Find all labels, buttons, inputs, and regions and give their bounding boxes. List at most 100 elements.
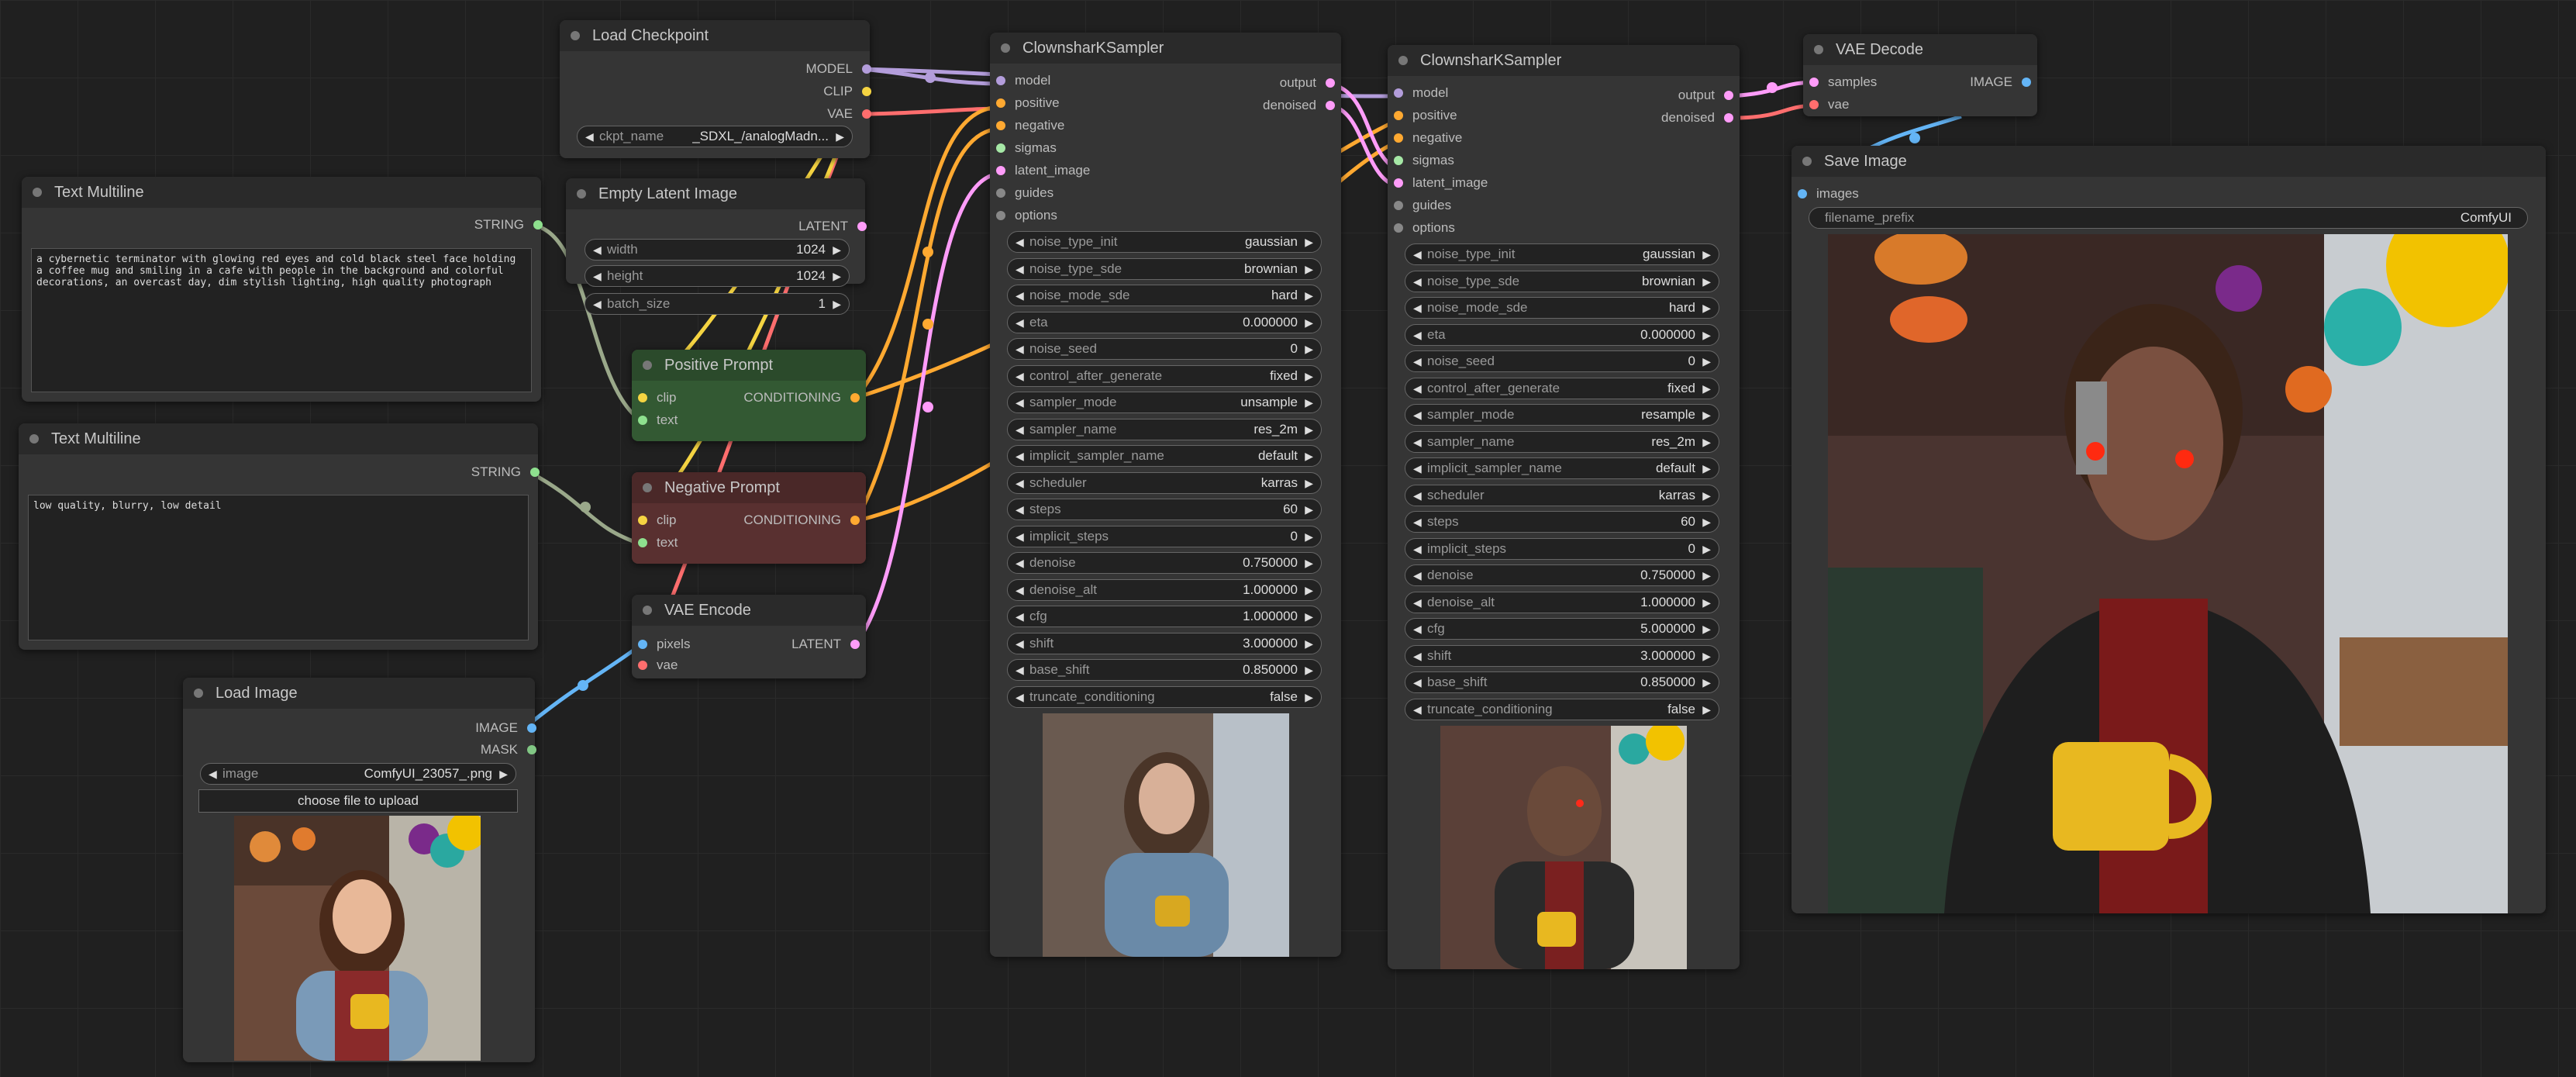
collapse-dot-icon[interactable] <box>643 483 652 492</box>
positive-prompt-node[interactable]: Positive Prompt clip text CONDITIONING <box>632 350 866 441</box>
collapse-dot-icon[interactable] <box>577 189 586 198</box>
arrow-right-icon[interactable]: ▶ <box>1305 285 1313 305</box>
latent-pin-icon[interactable] <box>1326 101 1335 110</box>
collapse-dot-icon[interactable] <box>29 434 39 444</box>
negative-pin-icon[interactable] <box>996 121 1005 130</box>
implicit-steps-widget[interactable]: ◀ implicit_steps 0 ▶ <box>1405 537 1719 560</box>
arrow-left-icon[interactable]: ◀ <box>1016 660 1024 680</box>
denoise-widget[interactable]: ◀ denoise 0.750000 ▶ <box>1405 564 1719 586</box>
input-samples[interactable]: samples <box>1809 74 1877 91</box>
clownshark-sampler-node-1[interactable]: ClownsharKSampler output denoised model p… <box>990 33 1341 957</box>
collapse-dot-icon[interactable] <box>194 689 203 698</box>
latent-pin-icon[interactable] <box>857 222 867 231</box>
sampler-name-widget[interactable]: ◀ sampler_name res_2m ▶ <box>1405 430 1719 453</box>
arrow-right-icon[interactable]: ▶ <box>1305 259 1313 279</box>
arrow-left-icon[interactable]: ◀ <box>1016 473 1024 493</box>
output-model[interactable]: MODEL <box>806 60 871 78</box>
text-multiline-node-1[interactable]: Text Multiline STRING a cybernetic termi… <box>22 177 543 402</box>
arrow-right-icon[interactable]: ▶ <box>1702 592 1711 613</box>
conditioning-pin-icon[interactable] <box>850 516 860 525</box>
sampler-mode-widget[interactable]: ◀ sampler_mode unsample ▶ <box>1007 392 1322 413</box>
arrow-right-icon[interactable]: ▶ <box>1702 646 1711 666</box>
arrow-right-icon[interactable]: ▶ <box>1305 580 1313 600</box>
input-options[interactable]: options <box>1394 219 1455 236</box>
output-denoised[interactable]: denoised <box>1661 109 1733 126</box>
truncate-conditioning-widget[interactable]: ◀ truncate_conditioning false ▶ <box>1007 685 1322 708</box>
collapse-dot-icon[interactable] <box>571 31 580 40</box>
control-after-generate-widget[interactable]: ◀ control_after_generate fixed ▶ <box>1007 364 1322 387</box>
arrow-right-icon[interactable]: ▶ <box>1702 298 1711 318</box>
input-negative[interactable]: negative <box>996 117 1064 134</box>
input-text[interactable]: text <box>638 534 678 551</box>
vae-decode-node[interactable]: VAE Decode samples vae IMAGE <box>1803 34 2037 116</box>
arrow-left-icon[interactable]: ◀ <box>585 126 594 147</box>
latent-pin-icon[interactable] <box>1724 113 1733 123</box>
arrow-right-icon[interactable]: ▶ <box>836 126 844 147</box>
input-pixels[interactable]: pixels <box>638 636 690 653</box>
clip-pin-icon[interactable] <box>638 393 647 402</box>
node-title[interactable]: ClownsharKSampler <box>1388 45 1740 76</box>
arrow-right-icon[interactable]: ▶ <box>1702 244 1711 264</box>
latent-pin-icon[interactable] <box>850 640 860 649</box>
clip-pin-icon[interactable] <box>862 87 871 96</box>
positive-pin-icon[interactable] <box>996 98 1005 108</box>
input-guides[interactable]: guides <box>1394 197 1451 214</box>
string-pin-icon[interactable] <box>533 220 543 230</box>
output-latent[interactable]: LATENT <box>791 636 860 653</box>
output-denoised[interactable]: denoised <box>1263 97 1335 114</box>
arrow-left-icon[interactable]: ◀ <box>1016 499 1024 520</box>
arrow-left-icon[interactable]: ◀ <box>1413 351 1422 371</box>
arrow-left-icon[interactable]: ◀ <box>1016 285 1024 305</box>
upload-button[interactable]: choose file to upload <box>198 789 518 813</box>
collapse-dot-icon[interactable] <box>33 188 42 197</box>
denoise-alt-widget[interactable]: ◀ denoise_alt 1.000000 ▶ <box>1405 591 1719 613</box>
arrow-right-icon[interactable]: ▶ <box>1305 366 1313 386</box>
noise-seed-widget[interactable]: ◀ noise_seed 0 ▶ <box>1007 338 1322 360</box>
arrow-left-icon[interactable]: ◀ <box>1413 699 1422 720</box>
output-conditioning[interactable]: CONDITIONING <box>743 512 860 529</box>
input-latent-image[interactable]: latent_image <box>996 162 1090 179</box>
string-pin-icon[interactable] <box>638 416 647 425</box>
eta-widget[interactable]: ◀ eta 0.000000 ▶ <box>1007 311 1322 333</box>
arrow-left-icon[interactable]: ◀ <box>1016 687 1024 707</box>
node-title[interactable]: Positive Prompt <box>632 350 866 381</box>
noise-type-init-widget[interactable]: ◀ noise_type_init gaussian ▶ <box>1007 231 1322 253</box>
vae-encode-node[interactable]: VAE Encode pixels vae LATENT <box>632 595 866 678</box>
width-widget[interactable]: ◀ width 1024 ▶ <box>585 239 850 261</box>
noise-mode-sde-widget[interactable]: ◀ noise_mode_sde hard ▶ <box>1405 297 1719 319</box>
input-images[interactable]: images <box>1798 185 1859 202</box>
arrow-right-icon[interactable]: ▶ <box>1702 351 1711 371</box>
clip-pin-icon[interactable] <box>638 516 647 525</box>
output-vae[interactable]: VAE <box>827 105 871 123</box>
base-shift-widget[interactable]: ◀ base_shift 0.850000 ▶ <box>1405 671 1719 693</box>
arrow-left-icon[interactable]: ◀ <box>593 294 602 314</box>
node-title[interactable]: Text Multiline <box>22 177 541 208</box>
collapse-dot-icon[interactable] <box>1398 56 1408 65</box>
negative-textarea[interactable]: low quality, blurry, low detail <box>28 495 529 640</box>
arrow-left-icon[interactable]: ◀ <box>1016 392 1024 413</box>
arrow-left-icon[interactable]: ◀ <box>1413 298 1422 318</box>
arrow-left-icon[interactable]: ◀ <box>593 240 602 260</box>
arrow-left-icon[interactable]: ◀ <box>1016 580 1024 600</box>
output-latent[interactable]: LATENT <box>798 218 867 235</box>
arrow-left-icon[interactable]: ◀ <box>1016 553 1024 573</box>
sigmas-pin-icon[interactable] <box>996 143 1005 153</box>
input-sigmas[interactable]: sigmas <box>1394 152 1454 169</box>
arrow-left-icon[interactable]: ◀ <box>1413 325 1422 345</box>
arrow-left-icon[interactable]: ◀ <box>1016 606 1024 627</box>
output-string[interactable]: STRING <box>474 216 543 233</box>
positive-pin-icon[interactable] <box>1394 111 1403 120</box>
arrow-left-icon[interactable]: ◀ <box>1413 592 1422 613</box>
arrow-left-icon[interactable]: ◀ <box>1413 432 1422 452</box>
output-image[interactable]: IMAGE <box>475 720 536 737</box>
arrow-right-icon[interactable]: ▶ <box>1702 619 1711 639</box>
collapse-dot-icon[interactable] <box>1001 43 1010 53</box>
arrow-left-icon[interactable]: ◀ <box>1413 485 1422 506</box>
arrow-right-icon[interactable]: ▶ <box>1305 446 1313 466</box>
input-guides[interactable]: guides <box>996 185 1054 202</box>
scheduler-widget[interactable]: ◀ scheduler karras ▶ <box>1405 484 1719 506</box>
output-output[interactable]: output <box>1280 74 1335 91</box>
empty-latent-node[interactable]: Empty Latent Image LATENT ◀ width 1024 ▶ ◀ h… <box>566 178 867 287</box>
node-title[interactable]: Text Multiline <box>19 423 538 454</box>
output-image[interactable]: IMAGE <box>1970 74 2031 91</box>
